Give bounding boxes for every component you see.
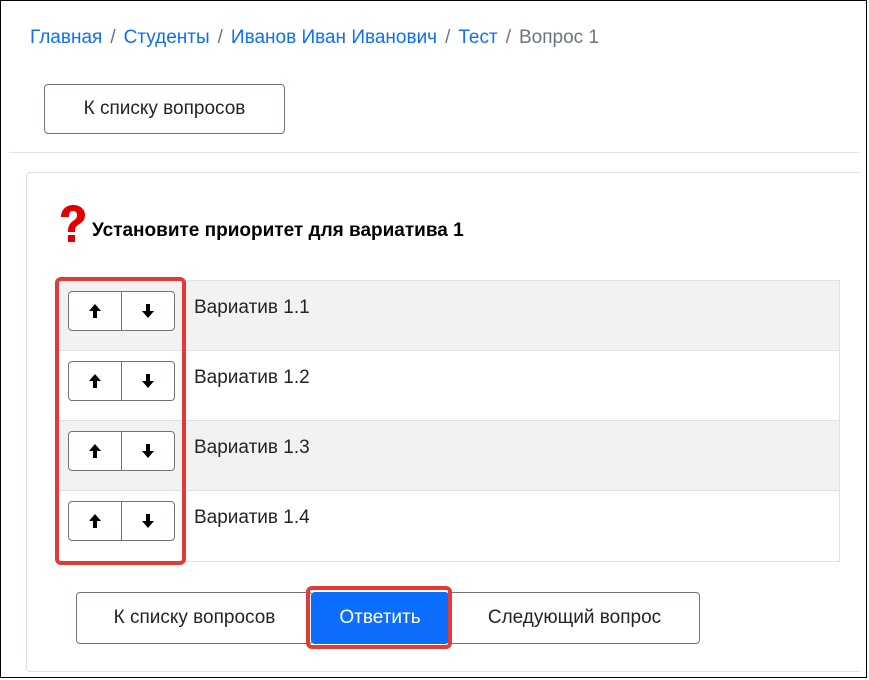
table-row: Вариатив 1.3 bbox=[57, 421, 839, 491]
move-down-button[interactable] bbox=[121, 502, 174, 540]
table-row: Вариатив 1.2 bbox=[57, 351, 839, 421]
move-down-button[interactable] bbox=[121, 432, 174, 470]
breadcrumb: Главная / Студенты / Иванов Иван Иванович / Те… bbox=[30, 27, 599, 49]
move-up-button[interactable] bbox=[69, 292, 121, 330]
arrow-down-icon bbox=[142, 374, 154, 388]
breadcrumb-home[interactable]: Главная bbox=[30, 27, 102, 48]
move-down-button[interactable] bbox=[121, 292, 174, 330]
reorder-button-group bbox=[68, 291, 175, 331]
table-row: Вариатив 1.4 bbox=[57, 491, 839, 561]
variants-table: Вариатив 1.1 Вариатив 1.2 Вариатив 1.3 В… bbox=[56, 280, 840, 562]
arrow-up-icon bbox=[89, 514, 101, 528]
breadcrumb-test[interactable]: Тест bbox=[458, 27, 497, 48]
arrow-down-icon bbox=[142, 444, 154, 458]
table-row: Вариатив 1.1 bbox=[57, 281, 839, 351]
breadcrumb-current: Вопрос 1 bbox=[518, 27, 599, 48]
move-up-button[interactable] bbox=[69, 502, 121, 540]
arrow-down-icon bbox=[142, 304, 154, 318]
variant-label: Вариатив 1.4 bbox=[194, 507, 310, 528]
answer-button[interactable]: Ответить bbox=[311, 592, 449, 644]
breadcrumb-student[interactable]: Иванов Иван Иванович bbox=[231, 27, 437, 48]
breadcrumb-separator: / bbox=[445, 27, 451, 48]
variant-label: Вариатив 1.1 bbox=[194, 297, 310, 318]
breadcrumb-separator: / bbox=[217, 27, 223, 48]
arrow-up-icon bbox=[89, 304, 101, 318]
move-up-button[interactable] bbox=[69, 362, 121, 400]
divider bbox=[9, 152, 859, 153]
variant-label: Вариатив 1.2 bbox=[194, 367, 310, 388]
move-up-button[interactable] bbox=[69, 432, 121, 470]
reorder-button-group bbox=[68, 501, 175, 541]
variant-label: Вариатив 1.3 bbox=[194, 437, 310, 458]
question-mark-icon bbox=[61, 205, 85, 242]
arrow-up-icon bbox=[89, 444, 101, 458]
reorder-button-group bbox=[68, 361, 175, 401]
move-down-button[interactable] bbox=[121, 362, 174, 400]
breadcrumb-separator: / bbox=[505, 27, 511, 48]
back-to-questions-button[interactable]: К списку вопросов bbox=[76, 592, 313, 644]
breadcrumb-separator: / bbox=[110, 27, 116, 48]
reorder-button-group bbox=[68, 431, 175, 471]
breadcrumb-students[interactable]: Студенты bbox=[124, 27, 210, 48]
next-question-button[interactable]: Следующий вопрос bbox=[449, 592, 700, 644]
question-text: Установите приоритет для вариатива 1 bbox=[92, 220, 464, 241]
arrow-down-icon bbox=[142, 514, 154, 528]
arrow-up-icon bbox=[89, 374, 101, 388]
back-to-questions-button-top[interactable]: К списку вопросов bbox=[44, 84, 285, 134]
